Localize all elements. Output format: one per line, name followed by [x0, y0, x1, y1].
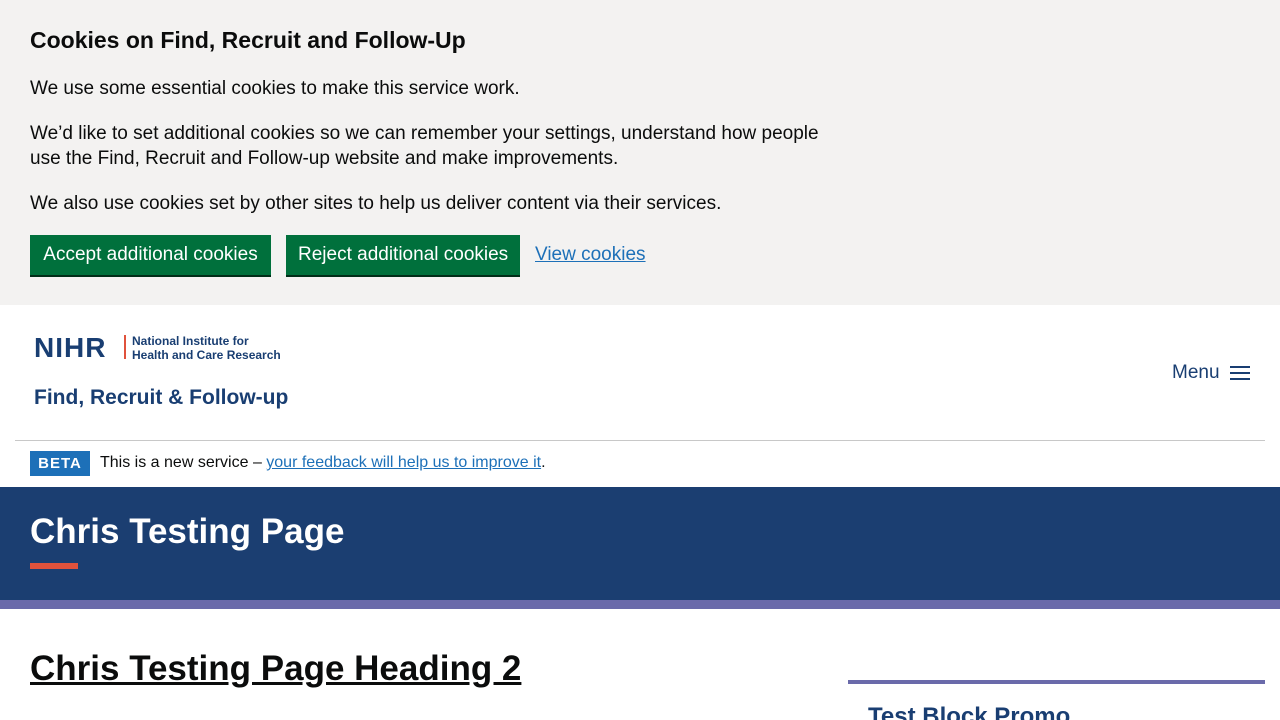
logo-divider	[124, 335, 126, 359]
logo-institute-line-1: National Institute for	[132, 334, 249, 348]
menu-label: Menu	[1172, 362, 1220, 383]
cookie-banner-text-third-party: We also use cookies set by other sites t…	[30, 193, 722, 214]
beta-message: This is a new service – your feedback wi…	[100, 452, 546, 474]
beta-tag: BETA	[30, 451, 90, 476]
title-accent-bar	[30, 563, 78, 569]
view-cookies-link[interactable]: View cookies	[535, 242, 646, 267]
hamburger-icon	[1229, 365, 1250, 381]
content-heading-link[interactable]: Chris Testing Page Heading 2	[30, 648, 521, 690]
promo-title[interactable]: Test Block Promo	[868, 702, 1070, 720]
cookie-banner: Cookies on Find, Recruit and Follow-Up W…	[0, 0, 1280, 305]
menu-button[interactable]: Menu	[1172, 360, 1250, 386]
beta-message-suffix: .	[541, 454, 546, 471]
feedback-link[interactable]: your feedback will help us to improve it	[266, 454, 541, 471]
cookie-banner-title: Cookies on Find, Recruit and Follow-Up	[30, 27, 466, 53]
reject-cookies-button[interactable]: Reject additional cookies	[286, 235, 520, 275]
logo-institute-line-2: Health and Care Research	[132, 348, 281, 362]
page-hero: Chris Testing Page	[0, 487, 1280, 600]
beta-banner: BETA This is a new service – your feedba…	[0, 441, 1280, 487]
cookie-banner-text-essential: We use some essential cookies to make th…	[30, 78, 520, 99]
logo-service-name: Find, Recruit & Follow-up	[34, 386, 289, 409]
page-title: Chris Testing Page	[30, 512, 345, 551]
nihr-logo[interactable]: NIHR National Institute for Health and C…	[34, 332, 288, 413]
accept-cookies-button[interactable]: Accept additional cookies	[30, 235, 271, 275]
hero-stripe	[0, 600, 1280, 609]
cookie-banner-text-additional: We’d like to set additional cookies so w…	[30, 123, 819, 169]
promo-top-border	[848, 680, 1265, 684]
beta-message-text: This is a new service –	[100, 454, 267, 471]
site-header: NIHR National Institute for Health and C…	[0, 305, 1280, 441]
logo-nihr-wordmark: NIHR	[34, 332, 107, 363]
